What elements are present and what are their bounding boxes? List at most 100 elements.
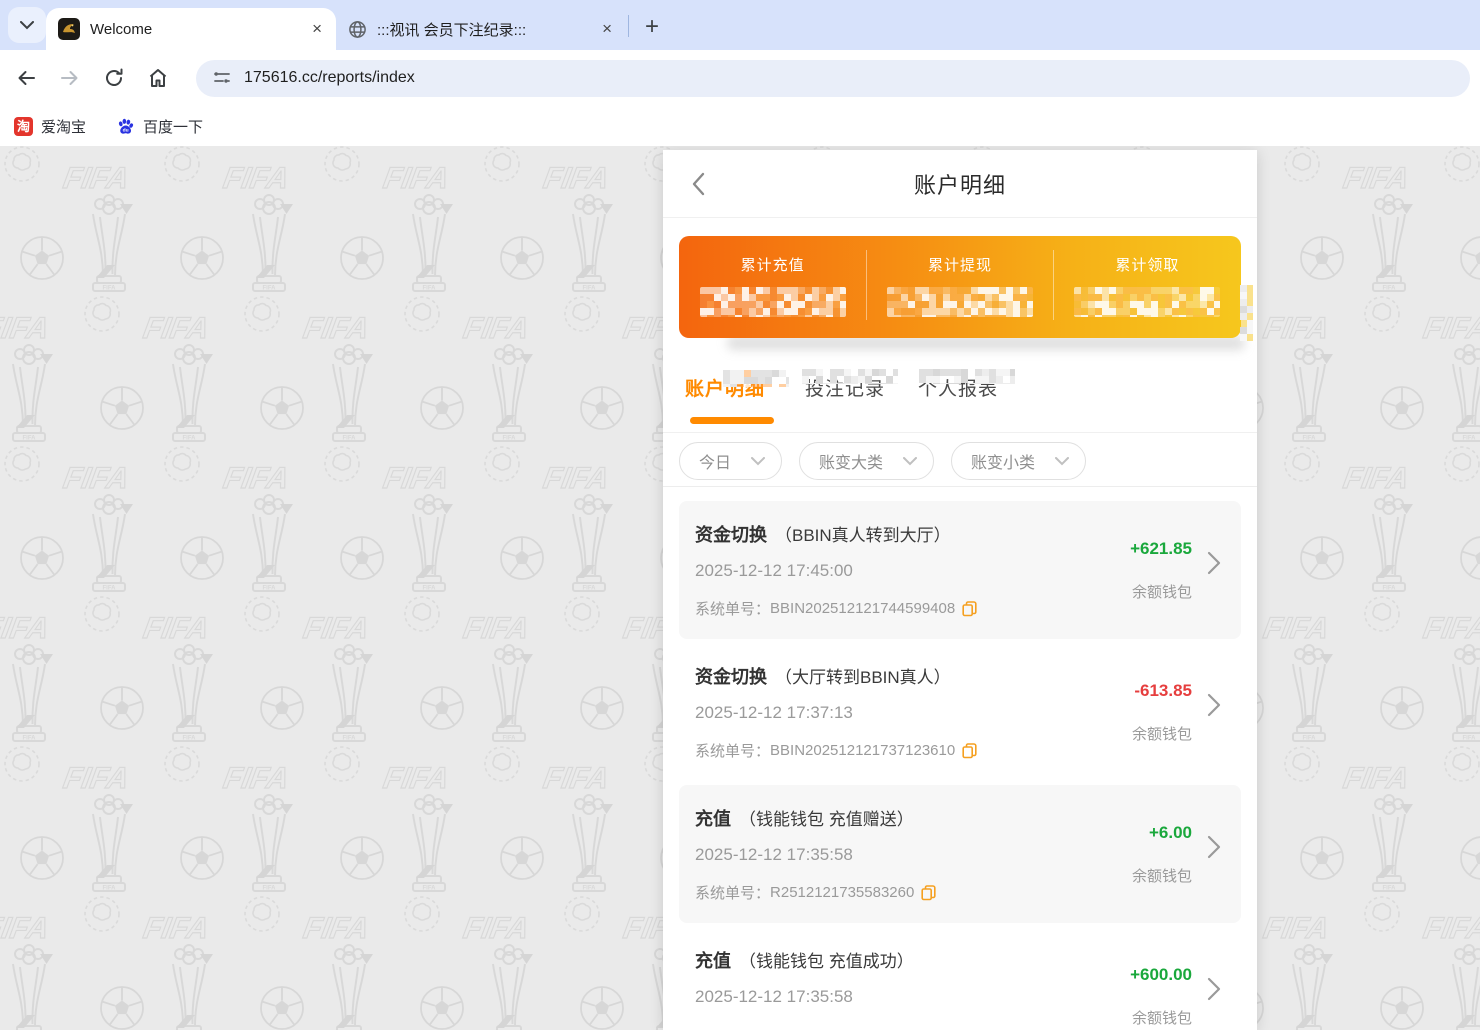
dropdown-icon	[751, 457, 765, 466]
transaction-detail: （钱能钱包 充值成功）	[739, 952, 914, 971]
stat-total-deposit: 累计充值	[679, 236, 866, 338]
stat-label: 累计提现	[866, 254, 1053, 275]
dropdown-icon	[903, 457, 917, 466]
page-background: FIFA FIFA	[0, 146, 1480, 1030]
account-detail-panel: 账户明细 累计充值 累计提现 累计领取 账户明细 投注记录 个人报表	[663, 150, 1257, 1030]
transaction-title: 充值 （钱能钱包 充值赠送）	[695, 805, 914, 831]
transaction-detail: （BBIN真人转到大厅）	[775, 526, 951, 545]
svg-text:du: du	[123, 127, 129, 133]
bookmark-label: 百度一下	[143, 116, 203, 137]
close-icon[interactable]: ×	[310, 19, 324, 39]
address-bar[interactable]: 175616.cc/reports/index	[196, 60, 1470, 97]
globe-icon	[348, 20, 367, 39]
browser-tab-welcome[interactable]: Welcome ×	[46, 8, 336, 50]
bookmark-baidu[interactable]: du 百度一下	[116, 116, 203, 137]
copy-icon[interactable]	[962, 743, 977, 759]
wallet-type: 余额钱包	[1132, 723, 1192, 744]
wallet-type: 余额钱包	[1132, 1007, 1192, 1028]
stat-label: 累计充值	[679, 254, 866, 275]
transaction-amount: +6.00	[1149, 823, 1192, 843]
filter-date-dropdown[interactable]: 今日	[679, 442, 782, 480]
tab-separator	[628, 15, 629, 37]
dropdown-icon	[1055, 457, 1069, 466]
censored-value	[887, 287, 1033, 317]
transaction-order-line: 系统单号：BBIN202512121744599408	[695, 598, 977, 619]
chevron-right-icon[interactable]	[1207, 835, 1221, 864]
url-text: 175616.cc/reports/index	[244, 69, 415, 87]
transaction-datetime: 2025-12-12 17:35:58	[695, 845, 853, 865]
order-number-label: 系统单号：	[695, 740, 770, 761]
filter-bar: 今日 账变大类 账变小类	[663, 433, 1257, 487]
new-tab-button[interactable]: +	[635, 13, 669, 41]
browser-toolbar: 175616.cc/reports/index	[0, 50, 1480, 106]
transaction-order-line: 系统单号：R2512121735583260	[695, 882, 936, 903]
transaction-order-line: 系统单号：BBIN202512121737123610	[695, 740, 977, 761]
transaction-card[interactable]: 资金切换 （BBIN真人转到大厅） 2025-12-12 17:45:00 系统单…	[679, 501, 1241, 639]
forward-button[interactable]	[58, 66, 82, 90]
home-button[interactable]	[146, 66, 170, 90]
panel-back-icon	[691, 172, 705, 196]
transaction-card[interactable]: 充值 （钱能钱包 充值赠送） 2025-12-12 17:35:58 系统单号：R…	[679, 785, 1241, 923]
site-info-icon[interactable]	[212, 68, 232, 88]
browser-tabstrip: Welcome × :::视讯 会员下注纪录::: × +	[0, 0, 1480, 50]
baidu-paw-icon: du	[116, 117, 135, 136]
tab-title: Welcome	[90, 21, 310, 38]
filter-minor-category-dropdown[interactable]: 账变小类	[951, 442, 1086, 480]
transaction-type: 资金切换	[695, 525, 767, 545]
panel-header: 账户明细	[663, 150, 1257, 218]
page-title: 账户明细	[914, 168, 1006, 200]
taobao-icon: 淘	[14, 117, 33, 136]
order-number: BBIN202512121737123610	[770, 742, 955, 759]
stat-total-claim: 累计领取	[1054, 236, 1241, 338]
transaction-type: 充值	[695, 809, 731, 829]
gold-dragon-icon	[58, 18, 80, 40]
tab-search-button[interactable]	[8, 7, 46, 43]
back-button[interactable]	[14, 66, 38, 90]
transaction-card[interactable]: 资金切换 （大厅转到BBIN真人） 2025-12-12 17:37:13 系统单…	[679, 643, 1241, 781]
back-icon	[14, 66, 38, 90]
stat-label: 累计领取	[1054, 254, 1241, 275]
tab-search-icon	[20, 21, 34, 30]
tab-title: :::视讯 会员下注纪录:::	[377, 19, 600, 40]
browser-tab-shixun[interactable]: :::视讯 会员下注纪录::: ×	[336, 8, 626, 50]
wallet-type: 余额钱包	[1132, 865, 1192, 886]
transaction-datetime: 2025-12-12 17:37:13	[695, 703, 853, 723]
transaction-title: 充值 （钱能钱包 充值成功）	[695, 947, 914, 973]
filter-major-category-dropdown[interactable]: 账变大类	[799, 442, 934, 480]
bookmark-label: 爱淘宝	[41, 116, 86, 137]
active-tab-underline	[690, 417, 774, 424]
chevron-right-icon[interactable]	[1207, 693, 1221, 722]
censored-value	[1074, 287, 1220, 317]
copy-icon[interactable]	[921, 885, 936, 901]
censored-edge-patch	[1240, 285, 1253, 341]
copy-icon[interactable]	[962, 601, 977, 617]
filter-label: 账变大类	[819, 449, 883, 473]
bookmark-taobao[interactable]: 淘 爱淘宝	[14, 116, 86, 137]
section-tabs: 账户明细 投注记录 个人报表	[663, 338, 1257, 433]
censored-value	[700, 287, 846, 317]
transaction-detail: （大厅转到BBIN真人）	[775, 668, 951, 687]
transaction-list: 资金切换 （BBIN真人转到大厅） 2025-12-12 17:45:00 系统单…	[663, 487, 1257, 1030]
order-number: R2512121735583260	[770, 884, 914, 901]
chevron-right-icon[interactable]	[1207, 551, 1221, 580]
transaction-amount: +600.00	[1130, 965, 1192, 985]
chevron-right-icon[interactable]	[1207, 977, 1221, 1006]
transaction-detail: （钱能钱包 充值赠送）	[739, 810, 914, 829]
filter-label: 账变小类	[971, 449, 1035, 473]
transaction-datetime: 2025-12-12 17:45:00	[695, 561, 853, 581]
transaction-type: 资金切换	[695, 667, 767, 687]
bookmarks-bar: 淘 爱淘宝 du 百度一下	[0, 106, 1480, 146]
stat-total-withdraw: 累计提现	[866, 236, 1053, 338]
transaction-type: 充值	[695, 951, 731, 971]
reload-button[interactable]	[102, 66, 126, 90]
transaction-amount: -613.85	[1134, 681, 1192, 701]
reload-icon	[102, 66, 126, 90]
close-icon[interactable]: ×	[600, 19, 614, 39]
transaction-datetime: 2025-12-12 17:35:58	[695, 987, 853, 1007]
transaction-title: 资金切换 （大厅转到BBIN真人）	[695, 663, 951, 689]
panel-back-button[interactable]	[691, 172, 705, 201]
transaction-amount: +621.85	[1130, 539, 1192, 559]
filter-label: 今日	[699, 449, 731, 473]
wallet-type: 余额钱包	[1132, 581, 1192, 602]
transaction-card[interactable]: 充值（钱能钱包 充值成功） 2025-12-12 17:35:58 系统单号： …	[679, 927, 1241, 1030]
